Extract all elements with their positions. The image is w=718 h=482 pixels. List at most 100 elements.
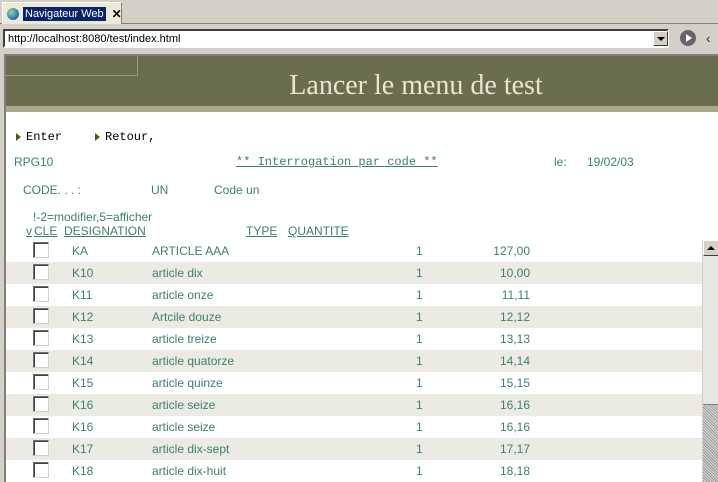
retour-label: Retour, — [105, 130, 156, 144]
table-row: K13 article treize 1 13,13 — [6, 328, 702, 350]
row-quantite: 12,12 — [499, 310, 530, 324]
code-description: Code un — [214, 183, 260, 197]
code-value: UN — [151, 183, 169, 197]
tab-strip: Navigateur Web ✕ — [0, 0, 718, 24]
row-designation: article dix-huit — [152, 464, 227, 478]
row-type: 1 — [416, 310, 423, 324]
scroll-thumb[interactable] — [703, 404, 718, 482]
row-designation: article quinze — [152, 376, 223, 390]
table-row: K14 article quatorze 1 14,14 — [6, 350, 702, 372]
date-value: 19/02/03 — [587, 155, 634, 169]
back-button[interactable]: ‹ — [706, 29, 718, 47]
program-name: RPG10 — [14, 155, 54, 169]
row-quantite: 16,16 — [499, 420, 530, 434]
row-cle: K11 — [72, 288, 93, 302]
row-cle: K16 — [72, 398, 94, 412]
chevron-up-icon — [707, 246, 715, 250]
table-row: K16 article seize 1 16,16 — [6, 416, 702, 438]
row-cle: K12 — [72, 310, 94, 324]
row-designation: article seize — [152, 420, 216, 434]
col-type: TYPE — [246, 224, 278, 238]
row-option-input[interactable] — [33, 462, 49, 478]
row-quantite: 18,18 — [499, 464, 530, 478]
row-type: 1 — [416, 354, 423, 368]
row-designation: article dix-sept — [152, 442, 230, 456]
chevron-left-icon: ‹ — [706, 30, 711, 46]
page-title: Lancer le menu de test — [289, 70, 543, 101]
browser-tab[interactable]: Navigateur Web ✕ — [2, 2, 122, 24]
row-option-input[interactable] — [33, 418, 49, 434]
row-cle: K17 — [72, 442, 94, 456]
col-v: v — [26, 224, 32, 238]
row-type: 1 — [416, 398, 423, 412]
row-designation: Artcile douze — [152, 310, 222, 324]
enter-label: Enter — [26, 130, 63, 144]
enter-button[interactable]: Enter — [16, 130, 62, 144]
row-option-input[interactable] — [33, 308, 49, 324]
page-viewport: Lancer le menu de test Enter Retour, RPG… — [4, 54, 718, 482]
row-quantite: 16,16 — [499, 398, 530, 412]
address-bar: ‹ — [0, 25, 718, 51]
row-cle: K16 — [72, 420, 94, 434]
subfile-list: KA ARTICLE AAA 1 127,00 K10 article dix 1 10,00… — [6, 240, 702, 482]
row-designation: article seize — [152, 398, 216, 412]
retour-button[interactable]: Retour, — [95, 130, 155, 144]
row-quantite: 11,11 — [501, 288, 530, 302]
row-cle: K10 — [72, 266, 94, 280]
row-option-input[interactable] — [33, 330, 49, 346]
url-dropdown-button[interactable] — [653, 31, 668, 46]
row-type: 1 — [416, 266, 423, 280]
close-icon[interactable]: ✕ — [112, 8, 122, 20]
table-row: K11 article onze 1 11,11 — [6, 284, 702, 306]
row-option-input[interactable] — [33, 396, 49, 412]
row-cle: K15 — [72, 376, 94, 390]
code-label: CODE. . . : — [23, 183, 82, 197]
row-option-input[interactable] — [33, 286, 49, 302]
scroll-up-button[interactable] — [703, 240, 718, 256]
row-quantite: 15,15 — [499, 376, 530, 390]
date-label: le: — [554, 155, 567, 169]
play-icon — [686, 34, 692, 42]
row-designation: article onze — [152, 288, 214, 302]
row-type: 1 — [416, 442, 423, 456]
table-row: K10 article dix 1 10,00 — [6, 262, 702, 284]
row-designation: article treize — [152, 332, 217, 346]
table-row: K17 article dix-sept 1 17,17 — [6, 438, 702, 460]
col-cle: CLE — [34, 224, 58, 238]
row-quantite: 13,13 — [499, 332, 530, 346]
row-option-input[interactable] — [33, 440, 49, 456]
row-designation: article quatorze — [152, 354, 235, 368]
table-row: K18 article dix-huit 1 18,18 — [6, 460, 702, 482]
row-type: 1 — [416, 420, 423, 434]
row-quantite: 17,17 — [499, 442, 530, 456]
row-option-input[interactable] — [33, 264, 49, 280]
row-cle: KA — [72, 244, 89, 258]
screen-title: ** Interrogation par code ** — [236, 155, 438, 169]
banner-stripe — [6, 106, 718, 112]
table-row: KA ARTICLE AAA 1 127,00 — [6, 240, 702, 262]
row-option-input[interactable] — [33, 374, 49, 390]
row-option-input[interactable] — [33, 242, 49, 258]
row-cle: K18 — [72, 464, 94, 478]
col-quantite: QUANTITE — [288, 224, 349, 238]
table-row: K15 article quinze 1 15,15 — [6, 372, 702, 394]
vertical-scrollbar[interactable] — [702, 240, 718, 482]
row-cle: K14 — [72, 354, 94, 368]
url-input[interactable] — [3, 29, 669, 48]
page-banner: Lancer le menu de test — [6, 56, 718, 106]
row-type: 1 — [416, 332, 423, 346]
row-quantite: 127,00 — [493, 244, 530, 258]
table-row: K12 Artcile douze 1 12,12 — [6, 306, 702, 328]
row-type: 1 — [416, 244, 423, 258]
row-type: 1 — [416, 288, 423, 302]
row-option-input[interactable] — [33, 352, 49, 368]
options-hint: !-2=modifier,5=afficher — [33, 210, 153, 224]
row-quantite: 14,14 — [499, 354, 530, 368]
globe-icon — [7, 7, 19, 20]
arrow-right-icon — [95, 133, 100, 141]
row-designation: ARTICLE AAA — [152, 244, 230, 258]
arrow-right-icon — [16, 133, 21, 141]
row-type: 1 — [416, 464, 423, 478]
tab-title: Navigateur Web — [23, 6, 106, 21]
go-button[interactable] — [680, 30, 696, 46]
